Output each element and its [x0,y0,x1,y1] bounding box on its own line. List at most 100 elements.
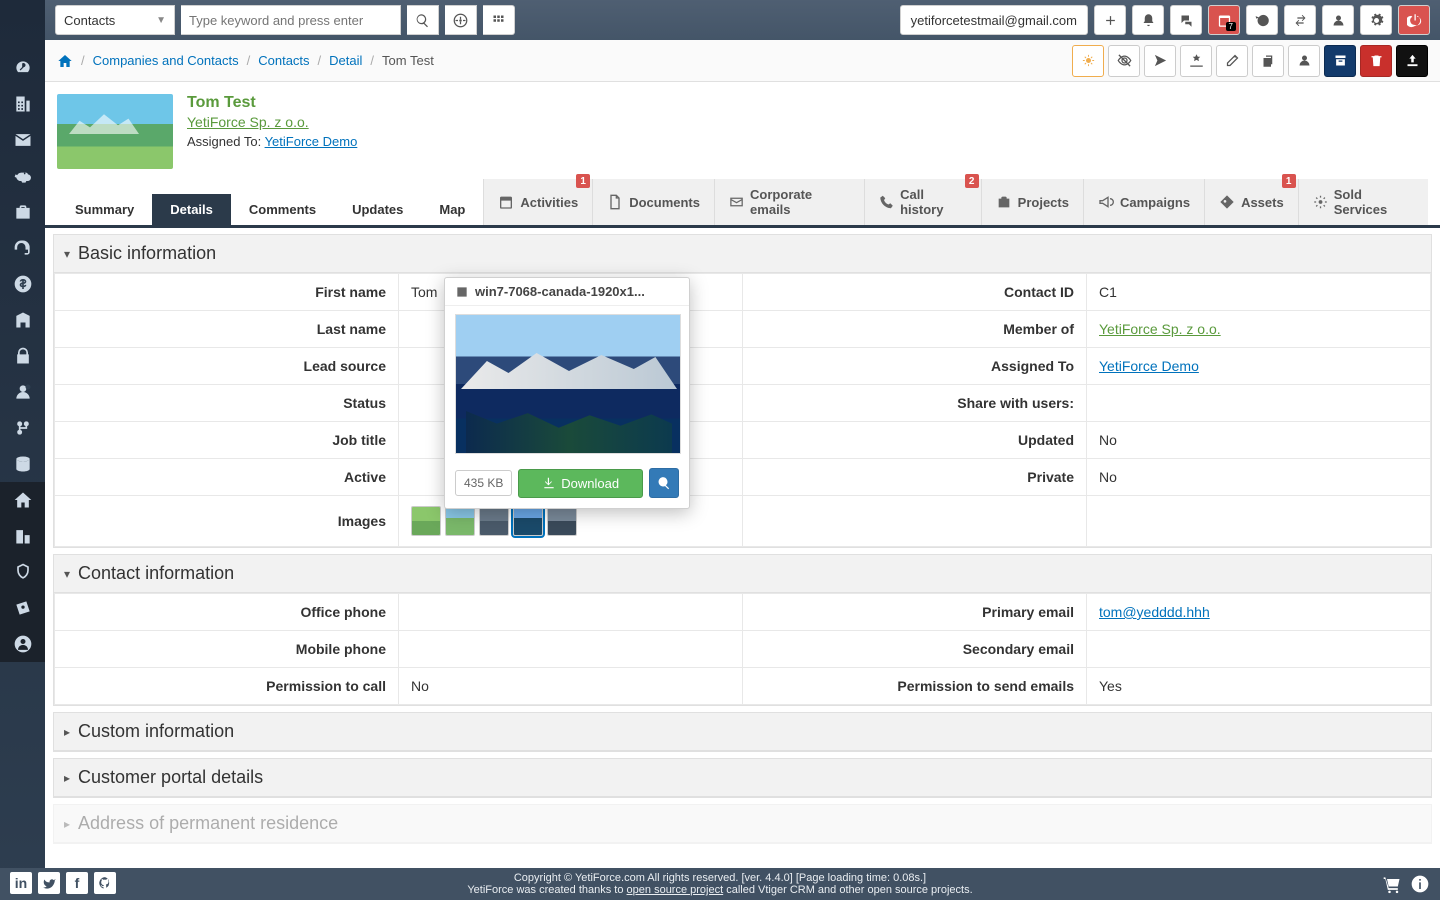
user-email[interactable]: yetiforcetestmail@gmail.com [900,5,1088,35]
module-select[interactable]: Contacts ▼ [55,5,175,35]
breadcrumb-link[interactable]: Detail [329,53,362,68]
linkedin-icon[interactable]: in [10,872,32,894]
footer-link[interactable]: open source project [627,884,724,896]
account-icon[interactable] [0,626,45,662]
panel-header[interactable]: ▾ Basic information [54,235,1431,273]
plus-button[interactable] [1094,5,1126,35]
field-value[interactable]: tom@yedddd.hhh [1087,594,1431,631]
tab-call-history[interactable]: Call history2 [864,179,981,225]
panel-header[interactable]: ▾ Contact information [54,555,1431,593]
member-of-link[interactable]: YetiForce Sp. z o.o. [1099,321,1221,337]
field-value[interactable]: No [1087,459,1431,496]
tab-comments[interactable]: Comments [231,194,334,225]
tab-summary[interactable]: Summary [57,194,152,225]
field-value[interactable] [399,594,743,631]
calendar-button[interactable]: 7 [1208,5,1240,35]
flow-icon[interactable] [0,410,45,446]
lock-icon[interactable] [0,338,45,374]
panel-header[interactable]: ▸ Customer portal details [54,759,1431,797]
mailbox-icon[interactable] [0,122,45,158]
info-icon[interactable] [1410,874,1430,894]
field-value[interactable]: C1 [1087,274,1431,311]
yeti-icon[interactable] [0,554,45,590]
field-value[interactable] [399,631,743,668]
thumb[interactable] [445,506,475,536]
assign-user-button[interactable] [1288,45,1320,77]
home-icon[interactable] [0,482,45,518]
grid-button[interactable] [483,5,515,35]
panel-header[interactable]: ▸ Address of permanent residence [54,805,1431,843]
profile-button[interactable] [1322,5,1354,35]
tab-activities[interactable]: Activities1 [483,179,592,225]
star-button[interactable] [1072,45,1104,77]
export-button[interactable] [1396,45,1428,77]
tab-sold-services[interactable]: Sold Services [1298,179,1428,225]
tab-details[interactable]: Details [152,194,231,225]
breadcrumb-link[interactable]: Companies and Contacts [93,53,239,68]
building-icon[interactable] [0,86,45,122]
field-value[interactable] [1087,631,1431,668]
tab-projects[interactable]: Projects [981,179,1083,225]
tab-corporate-emails[interactable]: Corporate emails [714,179,864,225]
user-config-icon[interactable] [0,374,45,410]
facebook-icon[interactable]: f [66,872,88,894]
github-icon[interactable] [94,872,116,894]
field-value[interactable]: No [399,668,743,705]
magic-button[interactable] [1180,45,1212,77]
thumb[interactable] [411,506,441,536]
field-value[interactable] [1087,496,1431,547]
tab-campaigns[interactable]: Campaigns [1083,179,1204,225]
twitter-icon[interactable] [38,872,60,894]
tab-map[interactable]: Map [421,194,483,225]
field-value[interactable]: YetiForce Demo [1087,348,1431,385]
piggy-icon[interactable] [0,158,45,194]
power-button[interactable] [1398,5,1430,35]
tab-updates[interactable]: Updates [334,194,421,225]
assigned-to-value[interactable]: YetiForce Demo [265,134,358,149]
target-button[interactable] [445,5,477,35]
bell-button[interactable] [1132,5,1164,35]
field-value[interactable] [1087,385,1431,422]
record-image[interactable] [57,94,173,169]
ticket-icon[interactable] [0,590,45,626]
search-input[interactable] [181,5,401,35]
chat-button[interactable] [1170,5,1202,35]
copy-button[interactable] [1252,45,1284,77]
dashboard-icon[interactable] [0,50,45,86]
thumb[interactable] [513,506,543,536]
panel-header[interactable]: ▸ Custom information [54,713,1431,751]
search-button[interactable] [407,5,439,35]
breadcrumb-link[interactable]: Contacts [258,53,309,68]
cart-icon[interactable] [1382,874,1402,894]
content: Tom Test YetiForce Sp. z o.o. Assigned T… [45,82,1440,900]
value-link[interactable]: YetiForce Demo [1099,358,1199,374]
send-button[interactable] [1144,45,1176,77]
field-value[interactable]: No [1087,422,1431,459]
download-button[interactable]: Download [518,469,643,498]
thumb[interactable] [547,506,577,536]
tab-assets[interactable]: Assets1 [1204,179,1298,225]
dollar-icon[interactable] [0,266,45,302]
field-value[interactable]: YetiForce Sp. z o.o. [1087,311,1431,348]
hotel-icon[interactable] [0,302,45,338]
calendar-badge: 7 [1226,22,1236,31]
thumb[interactable] [479,506,509,536]
history-button[interactable] [1246,5,1278,35]
field-value[interactable]: Yes [1087,668,1431,705]
archive-button[interactable] [1324,45,1356,77]
database-icon[interactable] [0,446,45,482]
unwatch-button[interactable] [1108,45,1140,77]
popup-preview[interactable] [455,314,681,454]
headset-icon[interactable] [0,230,45,266]
company-icon[interactable] [0,518,45,554]
value-link[interactable]: tom@yedddd.hhh [1099,604,1210,620]
zoom-button[interactable] [649,468,679,498]
gear-button[interactable] [1360,5,1392,35]
record-company-link[interactable]: YetiForce Sp. z o.o. [187,114,309,130]
delete-button[interactable] [1360,45,1392,77]
briefcase-icon[interactable] [0,194,45,230]
swap-button[interactable] [1284,5,1316,35]
tab-documents[interactable]: Documents [592,179,714,225]
home-icon[interactable] [57,53,73,69]
edit-button[interactable] [1216,45,1248,77]
